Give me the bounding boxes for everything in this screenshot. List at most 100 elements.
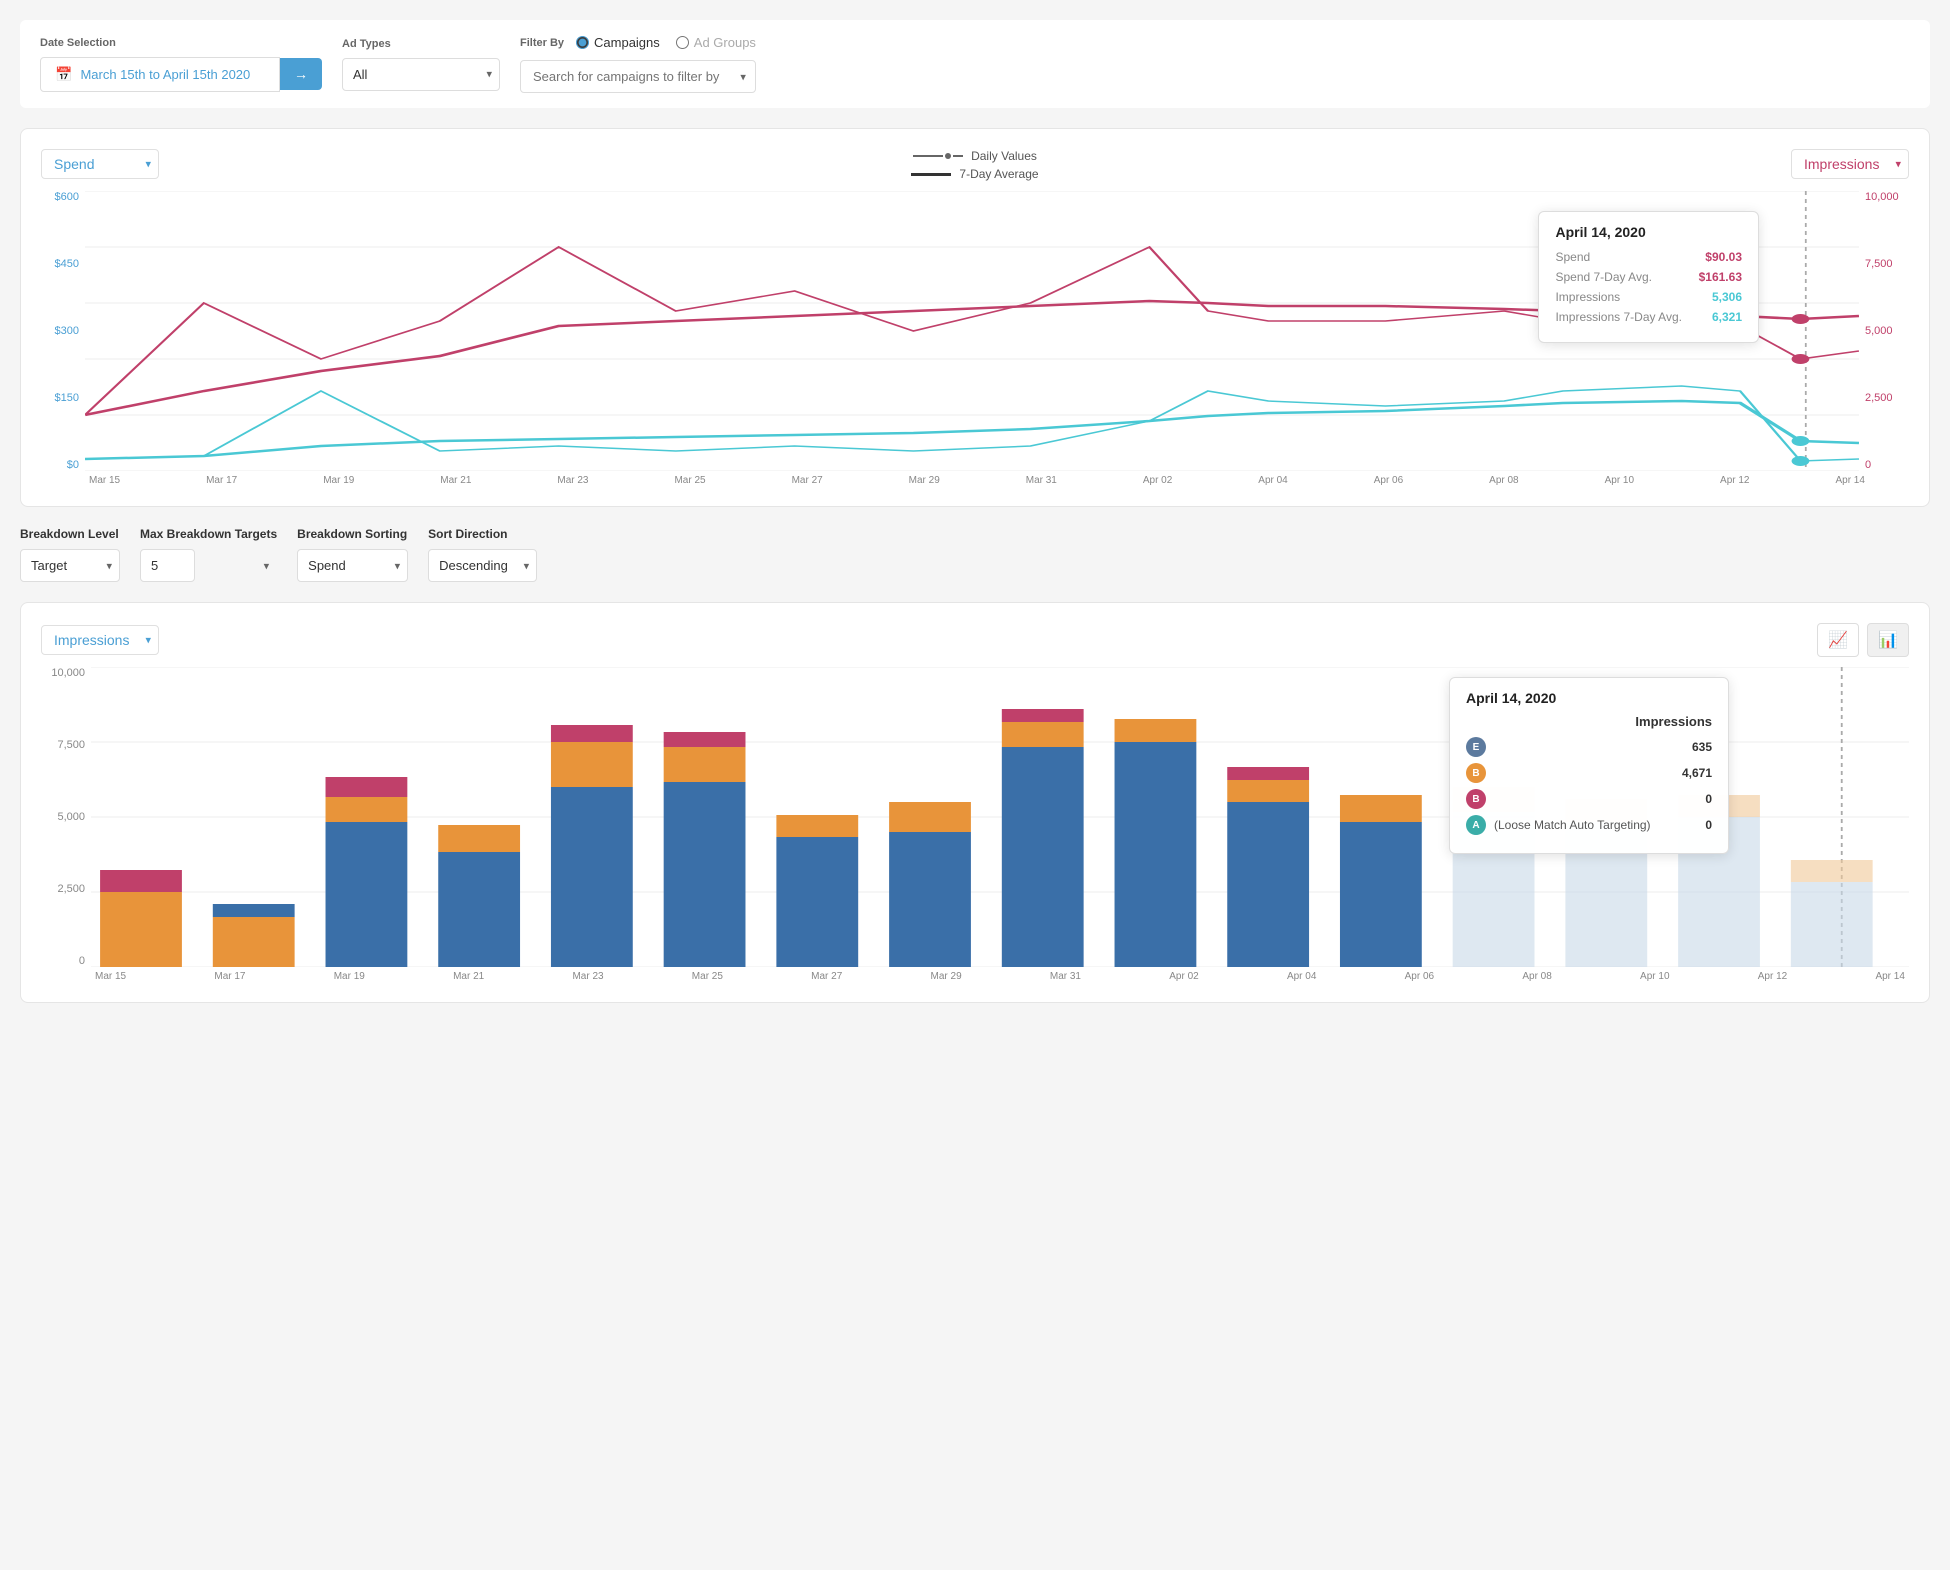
bar-y-1: 10,000	[41, 667, 85, 679]
badge-b2: B	[1466, 789, 1486, 809]
x-mar29: Mar 29	[909, 475, 940, 486]
breakdown-sorting-group: Breakdown Sorting Spend Impressions Clic…	[297, 527, 408, 582]
bar-apr06-orange	[1340, 795, 1422, 822]
bar-tooltip-row-a: A (Loose Match Auto Targeting) 0	[1466, 815, 1712, 835]
filter-ad-groups-radio[interactable]	[676, 36, 689, 49]
bar-chart-top: Impressions Spend Clicks 📈 📊	[41, 623, 1909, 657]
bar-tooltip-row-b1: B 4,671	[1466, 763, 1712, 783]
bar-apr04-pink	[1227, 767, 1309, 780]
chart-top-row: Spend Impressions Clicks Daily Values 7-…	[41, 149, 1909, 181]
bar-chart-type-btn[interactable]: 📊	[1867, 623, 1909, 657]
breakdown-sorting-select[interactable]: Spend Impressions Clicks Orders	[297, 549, 408, 582]
tooltip-spend: Spend $90.03	[1555, 250, 1742, 264]
date-input[interactable]: 📅 March 15th to April 15th 2020	[40, 57, 280, 92]
bar-mar19-orange	[326, 797, 408, 822]
bar-mar27-orange	[776, 815, 858, 837]
impressions-end-dot	[1792, 456, 1810, 466]
filter-campaigns-radio[interactable]	[576, 36, 589, 49]
left-metric-select[interactable]: Spend Impressions Clicks	[41, 149, 159, 179]
bar-apr14-blue-faded	[1791, 882, 1873, 967]
bar-mar31-blue	[1002, 747, 1084, 967]
bar-tooltip-val-e: 635	[1672, 740, 1712, 754]
bar-chart-with-axes: 10,000 7,500 5,000 2,500 0	[41, 667, 1909, 967]
bar-apr14-orange-faded	[1791, 860, 1873, 882]
sort-direction-label: Sort Direction	[428, 527, 537, 541]
breakdown-sorting-label: Breakdown Sorting	[297, 527, 408, 541]
bar-mar19-pink	[326, 777, 408, 797]
x-mar27: Mar 27	[792, 475, 823, 486]
bar-tooltip-val-b2: 0	[1672, 792, 1712, 806]
impressions-avg-line	[85, 401, 1859, 459]
badge-b1: B	[1466, 763, 1486, 783]
filter-ad-groups-option[interactable]: Ad Groups	[676, 35, 756, 50]
bar-mar23-pink	[551, 725, 633, 742]
tooltip-spend-label: Spend	[1555, 250, 1590, 264]
search-campaigns-wrapper	[520, 60, 756, 93]
bar-mar31-pink	[1002, 709, 1084, 722]
search-campaigns-input[interactable]	[520, 60, 756, 93]
bar-x-apr02: Apr 02	[1169, 971, 1198, 982]
bar-chart-x-axis: Mar 15 Mar 17 Mar 19 Mar 21 Mar 23 Mar 2…	[41, 967, 1909, 982]
bar-chart-card: Impressions Spend Clicks 📈 📊 10,000 7,50…	[20, 602, 1930, 1003]
bar-mar15-orange	[100, 892, 182, 967]
chart-type-buttons: 📈 📊	[1817, 623, 1909, 657]
y-right-4: 2,500	[1865, 392, 1909, 404]
ad-types-select[interactable]: All Sponsored Products Sponsored Brands …	[342, 58, 500, 91]
bar-mar23-blue	[551, 787, 633, 967]
impressions-daily-line	[85, 386, 1859, 461]
sort-direction-select[interactable]: Ascending Descending	[428, 549, 537, 582]
breakdown-level-label: Breakdown Level	[20, 527, 120, 541]
bar-x-apr06: Apr 06	[1405, 971, 1434, 982]
date-arrow-button[interactable]: →	[280, 58, 322, 90]
bar-tooltip-val-b1: 4,671	[1672, 766, 1712, 780]
badge-a: A	[1466, 815, 1486, 835]
y-axis-right: 10,000 7,500 5,000 2,500 0	[1859, 191, 1909, 471]
date-selection-label: Date Selection	[40, 37, 322, 49]
line-chart-card: Spend Impressions Clicks Daily Values 7-…	[20, 128, 1930, 507]
max-breakdown-label: Max Breakdown Targets	[140, 527, 277, 541]
x-mar23: Mar 23	[557, 475, 588, 486]
breakdown-level-wrapper: Target Campaign Ad Group Keyword	[20, 549, 120, 582]
bar-tooltip-row-e: E 635	[1466, 737, 1712, 757]
bar-mar29-blue	[889, 832, 971, 967]
breakdown-level-group: Breakdown Level Target Campaign Ad Group…	[20, 527, 120, 582]
bar-apr02-orange	[1115, 719, 1197, 742]
bar-mar23-orange	[551, 742, 633, 787]
line-chart-with-axes: $600 $450 $300 $150 $0	[41, 191, 1909, 471]
x-apr08: Apr 08	[1489, 475, 1518, 486]
x-mar17: Mar 17	[206, 475, 237, 486]
sort-direction-wrapper: Ascending Descending	[428, 549, 537, 582]
bar-x-apr12: Apr 12	[1758, 971, 1787, 982]
x-apr14: Apr 14	[1835, 475, 1864, 486]
y-right-2: 7,500	[1865, 258, 1909, 270]
bar-x-mar19: Mar 19	[334, 971, 365, 982]
filter-by-label: Filter By	[520, 37, 564, 49]
y-right-1: 10,000	[1865, 191, 1909, 203]
calendar-icon: 📅	[55, 66, 72, 83]
spend-end-dot	[1792, 354, 1810, 364]
tooltip-impressions: Impressions 5,306	[1555, 290, 1742, 304]
bar-mar29-orange	[889, 802, 971, 832]
breakdown-level-select[interactable]: Target Campaign Ad Group Keyword	[20, 549, 120, 582]
tooltip-spend-avg-value: $161.63	[1699, 270, 1742, 284]
badge-e: E	[1466, 737, 1486, 757]
impressions-avg-end-dot	[1792, 436, 1810, 446]
x-mar25: Mar 25	[674, 475, 705, 486]
filter-campaigns-label: Campaigns	[594, 35, 660, 50]
tooltip-spend-avg: Spend 7-Day Avg. $161.63	[1555, 270, 1742, 284]
bar-x-mar17: Mar 17	[214, 971, 245, 982]
filter-campaigns-option[interactable]: Campaigns	[576, 35, 660, 50]
bar-tooltip-title: Impressions	[1466, 714, 1712, 729]
line-chart-type-btn[interactable]: 📈	[1817, 623, 1859, 657]
bar-mar19-blue	[326, 822, 408, 967]
sort-direction-group: Sort Direction Ascending Descending	[428, 527, 537, 582]
legend-daily: Daily Values	[913, 149, 1037, 163]
bar-mar15-pink	[100, 870, 182, 892]
bar-mar27-blue	[776, 837, 858, 967]
date-row: 📅 March 15th to April 15th 2020 →	[40, 57, 322, 92]
y-left-1: $600	[41, 191, 79, 203]
right-metric-select[interactable]: Impressions Spend Clicks	[1791, 149, 1909, 179]
max-breakdown-select[interactable]: 1234 510	[140, 549, 195, 582]
bar-tooltip-val-a: 0	[1672, 818, 1712, 832]
bar-metric-select[interactable]: Impressions Spend Clicks	[41, 625, 159, 655]
